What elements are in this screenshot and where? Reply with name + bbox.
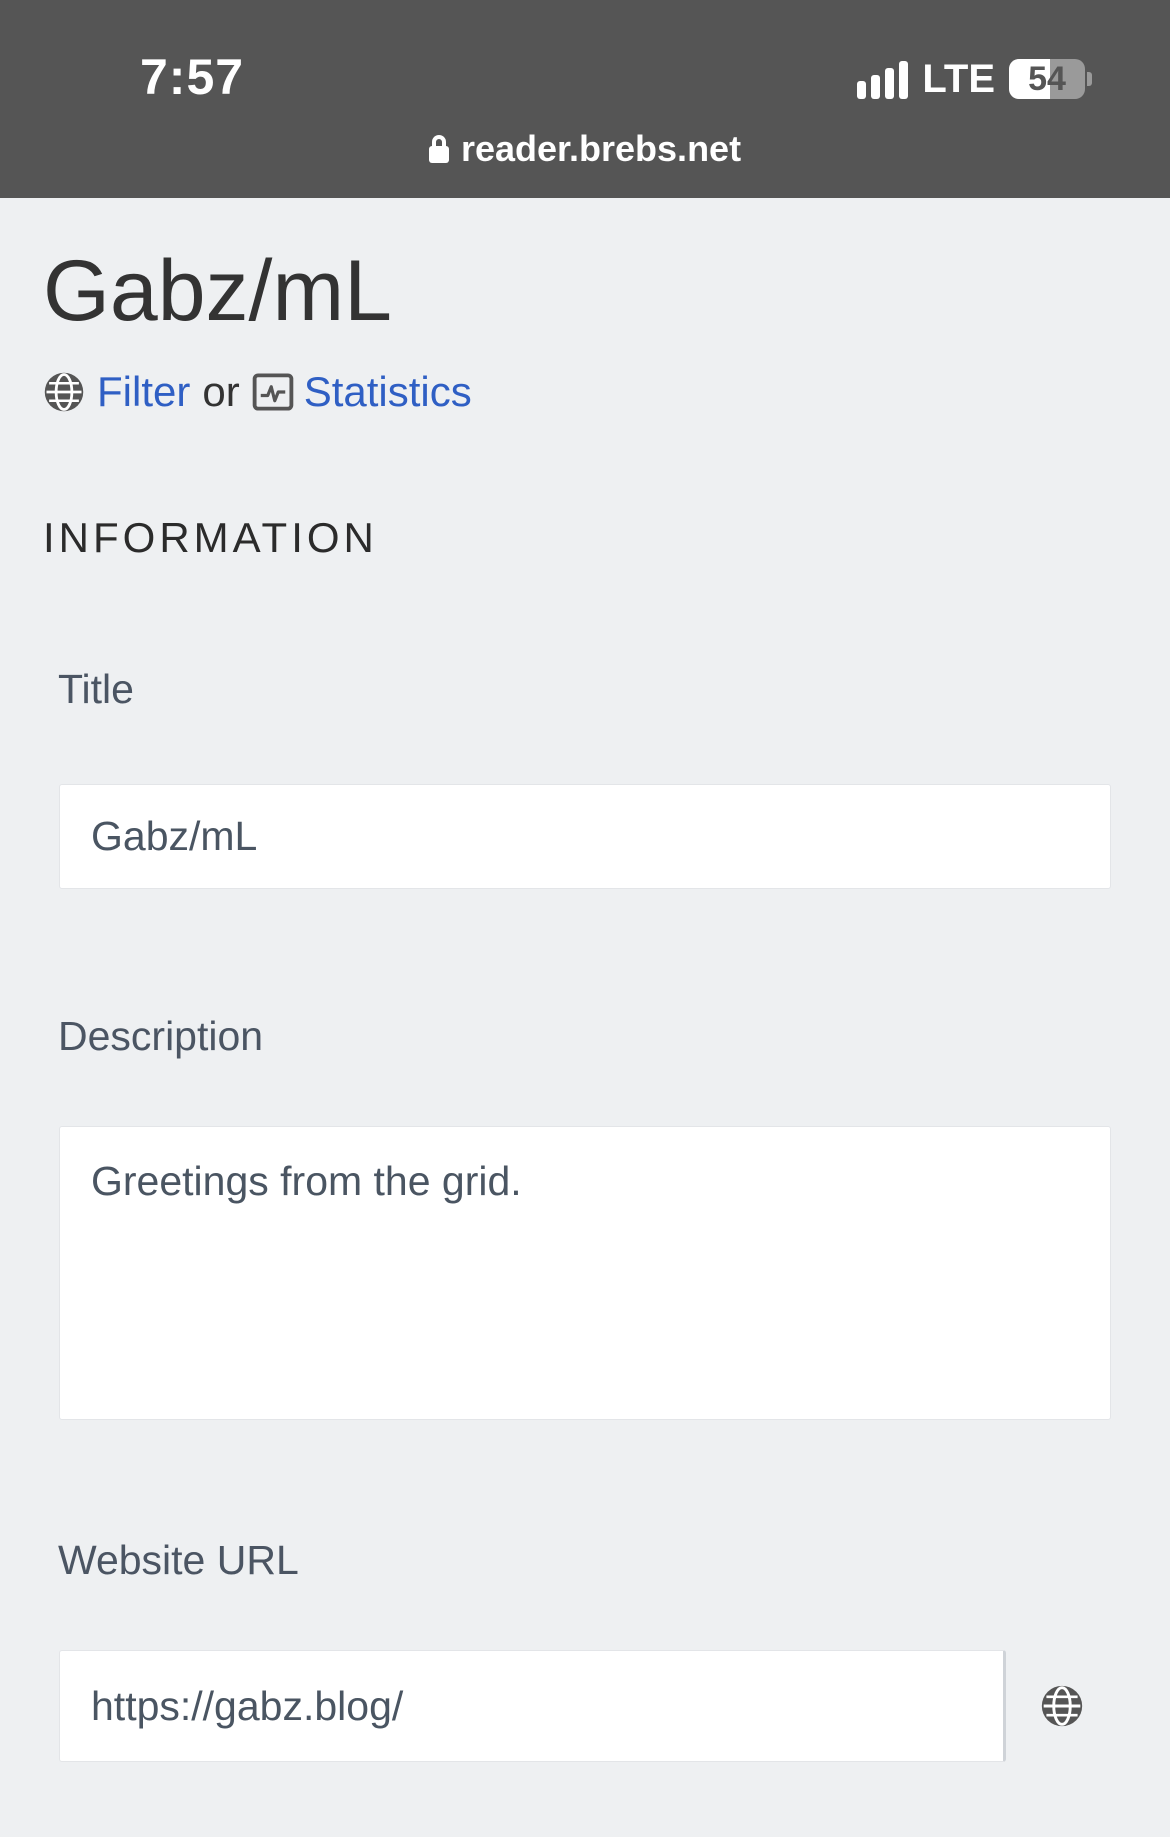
description-label: Description <box>58 1013 264 1059</box>
title-input[interactable] <box>59 784 1111 889</box>
battery-cap <box>1087 72 1092 86</box>
title-label: Title <box>58 666 134 712</box>
section-heading-information: INFORMATION <box>43 514 378 561</box>
status-indicators: LTE 54 <box>857 54 1092 104</box>
link-separator: or <box>202 368 240 415</box>
cellular-signal-icon <box>857 59 909 99</box>
status-time: 7:57 <box>140 49 245 105</box>
page-title: Gabz/mL <box>43 243 392 339</box>
filter-link[interactable]: Filter <box>97 368 190 416</box>
battery-icon: 54 <box>1009 59 1085 99</box>
open-website-button[interactable] <box>1006 1650 1118 1762</box>
address-bar-url: reader.brebs.net <box>460 128 742 169</box>
chart-icon <box>252 373 294 411</box>
browser-chrome: 7:57 LTE 54 reader.brebs.net <box>0 0 1170 198</box>
statistics-link[interactable]: Statistics <box>304 368 472 416</box>
website-url-input[interactable] <box>59 1650 1006 1762</box>
globe-icon <box>1041 1685 1083 1727</box>
battery-percent: 54 <box>1028 59 1066 98</box>
description-textarea[interactable]: Greetings from the grid. <box>59 1126 1111 1420</box>
address-bar[interactable]: reader.brebs.net <box>0 128 1170 170</box>
lock-icon <box>428 135 449 163</box>
globe-icon <box>44 372 84 412</box>
website-url-label: Website URL <box>58 1537 299 1583</box>
network-type: LTE <box>922 56 995 101</box>
page-subnav: Filter or Statistics <box>43 366 472 418</box>
